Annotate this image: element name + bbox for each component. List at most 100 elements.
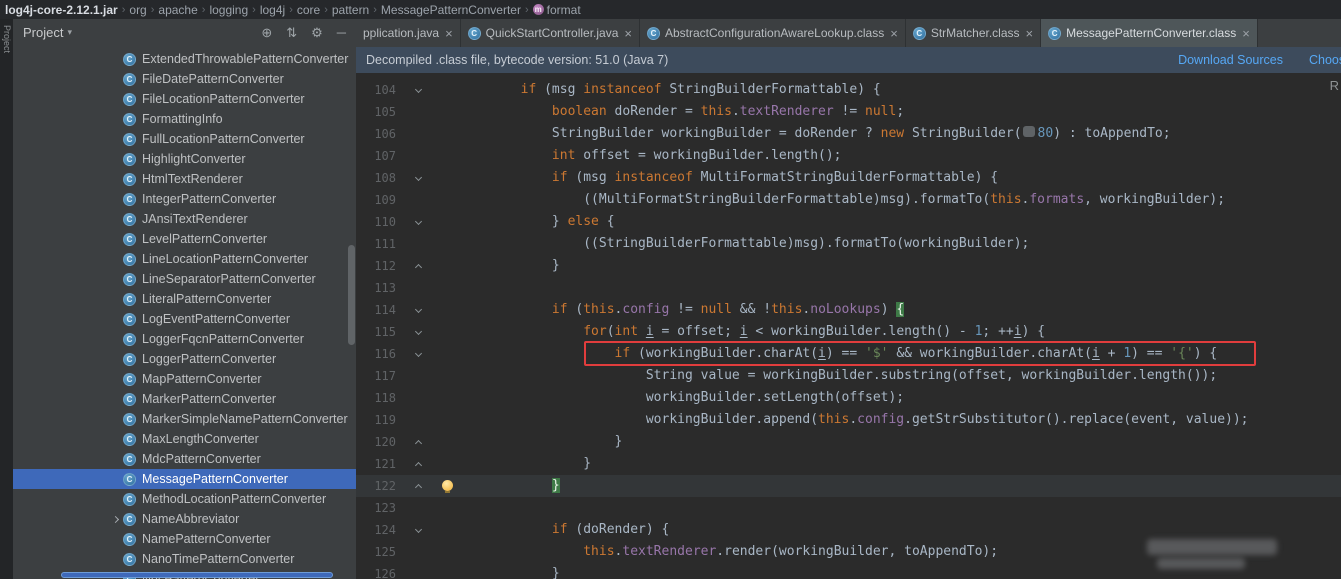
tree-item[interactable]: CLogEventPatternConverter xyxy=(13,309,356,329)
editor-tab[interactable]: pplication.java× xyxy=(356,19,461,47)
class-icon: C xyxy=(1048,27,1061,40)
editor-tab[interactable]: CQuickStartController.java× xyxy=(461,19,640,47)
tree-item[interactable]: CJAnsiTextRenderer xyxy=(13,209,356,229)
tree-item[interactable]: CIntegerPatternConverter xyxy=(13,189,356,209)
fold-up-icon[interactable] xyxy=(396,255,440,277)
fold-down-icon[interactable] xyxy=(396,519,440,541)
code-line[interactable]: 110 } else { xyxy=(356,211,1341,233)
breadcrumb-item[interactable]: mformat xyxy=(531,3,583,17)
code-line[interactable]: 106 StringBuilder workingBuilder = doRen… xyxy=(356,123,1341,145)
lightbulb-icon[interactable] xyxy=(442,480,453,491)
fold-down-icon[interactable] xyxy=(396,321,440,343)
breadcrumb-item[interactable]: apache xyxy=(156,3,199,17)
code-line[interactable]: 122 } xyxy=(356,475,1341,497)
code-line[interactable]: 113 xyxy=(356,277,1341,299)
tree-item[interactable]: CLineSeparatorPatternConverter xyxy=(13,269,356,289)
fold-down-icon[interactable] xyxy=(396,343,440,365)
tree-item[interactable]: CLineLocationPatternConverter xyxy=(13,249,356,269)
choose-sources-link[interactable]: Choose Sources xyxy=(1309,53,1341,67)
locate-icon[interactable]: ⊕ xyxy=(261,25,272,41)
code-line[interactable]: 104 if (msg instanceof StringBuilderForm… xyxy=(356,79,1341,101)
breadcrumb-item[interactable]: logging xyxy=(207,3,250,17)
expand-chevron-icon[interactable] xyxy=(107,517,123,522)
download-sources-link[interactable]: Download Sources xyxy=(1178,53,1283,67)
breadcrumb-item[interactable]: org xyxy=(127,3,148,17)
fold-up-icon[interactable] xyxy=(396,475,440,497)
fold-up-icon[interactable] xyxy=(396,431,440,453)
fold-down-icon[interactable] xyxy=(396,211,440,233)
code-line[interactable]: 111 ((StringBuilderFormattable)msg).form… xyxy=(356,233,1341,255)
breadcrumb-item[interactable]: log4j xyxy=(258,3,287,17)
tree-item[interactable]: CFormattingInfo xyxy=(13,109,356,129)
code-line[interactable]: 115 for(int i = offset; i < workingBuild… xyxy=(356,321,1341,343)
code-line[interactable]: 119 workingBuilder.append(this.config.ge… xyxy=(356,409,1341,431)
breadcrumb-item[interactable]: log4j-core-2.12.1.jar xyxy=(3,3,120,17)
horizontal-scrollbar-thumb[interactable] xyxy=(61,572,333,578)
code-line[interactable]: 124 if (doRender) { xyxy=(356,519,1341,541)
tree-item[interactable]: CMapPatternConverter xyxy=(13,369,356,389)
code-token: ) == xyxy=(826,346,865,361)
fold-down-icon[interactable] xyxy=(396,79,440,101)
code-token: if xyxy=(552,302,568,317)
code-line[interactable]: 112 } xyxy=(356,255,1341,277)
code-line[interactable]: 117 String value = workingBuilder.substr… xyxy=(356,365,1341,387)
chevron-down-icon[interactable]: ▾ xyxy=(67,27,72,38)
editor-tab[interactable]: CMessagePatternConverter.class× xyxy=(1041,19,1258,47)
project-panel-title[interactable]: Project xyxy=(23,25,63,40)
fold-down-icon[interactable] xyxy=(396,167,440,189)
intention-bulb-icon[interactable] xyxy=(440,475,458,497)
tree-item[interactable]: CExtendedThrowablePatternConverter xyxy=(13,49,356,69)
tree-item[interactable]: CLoggerPatternConverter xyxy=(13,349,356,369)
close-icon[interactable]: × xyxy=(1242,26,1250,41)
collapse-all-icon[interactable]: ⇅ xyxy=(286,25,297,41)
tree-item-label: LineLocationPatternConverter xyxy=(142,252,308,266)
tree-item[interactable]: CFullLocationPatternConverter xyxy=(13,129,356,149)
code-line[interactable]: 123 xyxy=(356,497,1341,519)
code-line[interactable]: 120 } xyxy=(356,431,1341,453)
tree-item[interactable]: CNanoTimePatternConverter xyxy=(13,549,356,569)
breadcrumb-item[interactable]: MessagePatternConverter xyxy=(379,3,523,17)
tree-item[interactable]: CMarkerPatternConverter xyxy=(13,389,356,409)
code-line[interactable]: 121 } xyxy=(356,453,1341,475)
tree-item[interactable]: CMarkerSimpleNamePatternConverter xyxy=(13,409,356,429)
close-icon[interactable]: × xyxy=(1026,26,1034,41)
tree-item[interactable]: CMaxLengthConverter xyxy=(13,429,356,449)
class-icon: C xyxy=(123,153,136,166)
code-line[interactable]: 109 ((MultiFormatStringBuilderFormattabl… xyxy=(356,189,1341,211)
editor-tab[interactable]: CStrMatcher.class× xyxy=(906,19,1041,47)
stripe-label[interactable]: Project xyxy=(2,25,12,53)
code-line[interactable]: 118 workingBuilder.setLength(offset); xyxy=(356,387,1341,409)
fold-down-icon[interactable] xyxy=(396,299,440,321)
tool-window-stripe[interactable]: Project xyxy=(0,19,13,579)
editor-tab[interactable]: CAbstractConfigurationAwareLookup.class× xyxy=(640,19,906,47)
code-editor[interactable]: 104 if (msg instanceof StringBuilderForm… xyxy=(356,73,1341,579)
code-line[interactable]: 114 if (this.config != null && !this.noL… xyxy=(356,299,1341,321)
tree-item[interactable]: CFileDatePatternConverter xyxy=(13,69,356,89)
close-icon[interactable]: × xyxy=(624,26,632,41)
breadcrumb-item[interactable]: core xyxy=(295,3,322,17)
tree-item[interactable]: CNameAbbreviator xyxy=(13,509,356,529)
tree-item[interactable]: CLevelPatternConverter xyxy=(13,229,356,249)
settings-gear-icon[interactable]: ⚙ xyxy=(311,25,323,41)
vertical-scrollbar-thumb[interactable] xyxy=(348,245,355,345)
code-line[interactable]: 116 if (workingBuilder.charAt(i) == '$' … xyxy=(356,343,1341,365)
code-line[interactable]: 107 int offset = workingBuilder.length()… xyxy=(356,145,1341,167)
code-line[interactable]: 108 if (msg instanceof MultiFormatString… xyxy=(356,167,1341,189)
tree-item[interactable]: CNamePatternConverter xyxy=(13,529,356,549)
tree-item-label: HtmlTextRenderer xyxy=(142,172,243,186)
hide-panel-icon[interactable]: ─ xyxy=(337,25,346,40)
code-line[interactable]: 105 boolean doRender = this.textRenderer… xyxy=(356,101,1341,123)
tree-item[interactable]: CMdcPatternConverter xyxy=(13,449,356,469)
bulb-gutter xyxy=(440,299,458,321)
tree-item[interactable]: CHighlightConverter xyxy=(13,149,356,169)
tree-item[interactable]: CHtmlTextRenderer xyxy=(13,169,356,189)
fold-up-icon[interactable] xyxy=(396,453,440,475)
tree-item[interactable]: CFileLocationPatternConverter xyxy=(13,89,356,109)
breadcrumb-item[interactable]: pattern xyxy=(330,3,371,17)
close-icon[interactable]: × xyxy=(890,26,898,41)
tree-item[interactable]: CLiteralPatternConverter xyxy=(13,289,356,309)
tree-item[interactable]: CMethodLocationPatternConverter xyxy=(13,489,356,509)
tree-item[interactable]: CMessagePatternConverter xyxy=(13,469,356,489)
close-icon[interactable]: × xyxy=(445,26,453,41)
tree-item[interactable]: CLoggerFqcnPatternConverter xyxy=(13,329,356,349)
